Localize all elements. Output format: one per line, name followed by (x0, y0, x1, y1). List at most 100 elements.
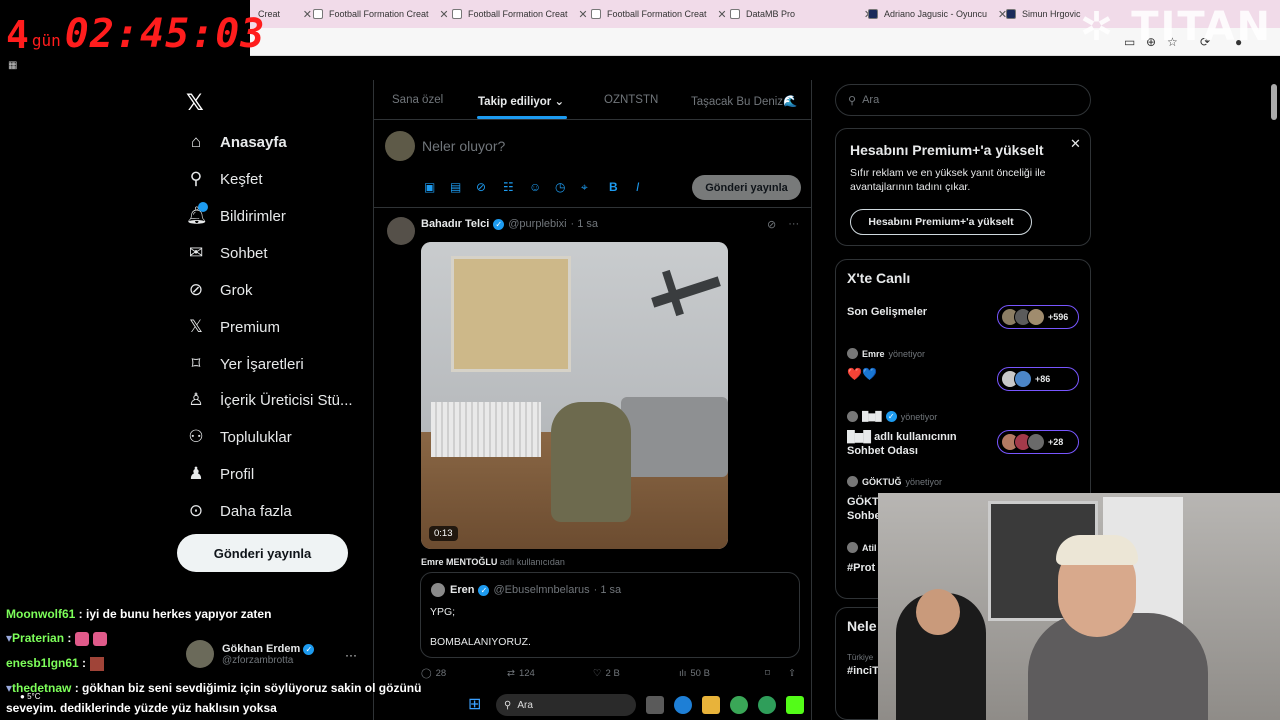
poll-icon[interactable]: ☷ (503, 180, 514, 194)
listener-count: +28 (1048, 437, 1064, 447)
bell-icon: 🔔︎ (186, 202, 208, 226)
nav-item-more[interactable]: ⊙ Daha fazla (186, 499, 292, 523)
compose-input[interactable]: Neler oluyor? (422, 138, 505, 154)
nav-item-communities[interactable]: ⚇ Topluluklar (186, 425, 291, 449)
search-input[interactable]: ⚲ Ara (835, 84, 1091, 116)
trend-item[interactable]: #inciT (847, 665, 879, 677)
close-icon[interactable]: ✕ (1070, 136, 1081, 152)
schedule-icon[interactable]: ◷ (555, 180, 565, 194)
chevron-down-icon: ⌄ (554, 96, 565, 108)
tab-list[interactable]: Taşacak Bu Deniz🌊 (691, 94, 797, 108)
nav-item-notifications[interactable]: 🔔︎ Bildirimler (186, 202, 286, 228)
browser-tab[interactable]: Adriano Jagusic - Oyuncu ✕ (860, 4, 1007, 24)
browser-tab[interactable]: Football Formation Creat ✕ (444, 4, 588, 24)
home-icon: ⌂ (190, 132, 202, 151)
browser-tab[interactable]: Simun Hrgovic (998, 4, 1081, 24)
bookmark-button[interactable]: ⌑ (765, 668, 770, 679)
tweet-video[interactable] (421, 242, 728, 549)
post-button[interactable]: Gönderi yayınla (177, 534, 348, 572)
account-switcher[interactable]: Gökhan Erdem ✓ @zforzambrotta (186, 640, 315, 668)
grok-icon[interactable]: ⊘ (476, 180, 486, 194)
chat-user: enesb1lgn61 (6, 656, 79, 670)
space-title[interactable]: ❤️💙 (847, 367, 877, 381)
avatar[interactable] (387, 217, 415, 245)
tweet-author-name[interactable]: Bahadır Telci (421, 218, 489, 230)
folder-icon[interactable] (702, 696, 720, 714)
emoji-icon[interactable]: ☺ (529, 180, 541, 194)
communities-icon: ⚇ (188, 427, 204, 446)
chat-message: ▾Praterian : (6, 631, 108, 646)
gif-icon[interactable]: ▤ (450, 180, 461, 194)
emote-icon (75, 631, 90, 646)
space-listeners[interactable]: +596 (997, 305, 1079, 329)
share-button[interactable]: ⇪ (788, 668, 796, 679)
nav-label: Grok (220, 281, 253, 299)
grok-icon: ⊘ (188, 280, 204, 299)
creator-icon: ♙ (188, 390, 204, 409)
space-title[interactable]: GÖKT Sohbe (847, 495, 881, 524)
nav-item-grok[interactable]: ⊘ Grok (186, 278, 253, 302)
space-title[interactable]: █▆█ adlı kullanıcının Sohbet Odası (847, 430, 987, 459)
nav-item-profile[interactable]: ♟ Profil (186, 462, 254, 486)
nav-item-home[interactable]: ⌂ Anasayfa (186, 130, 287, 154)
nav-item-messages[interactable]: ✉ Sohbet (186, 241, 268, 265)
tab-list[interactable]: OZNTSTN (604, 94, 658, 106)
grok-icon[interactable]: ⊘ (767, 218, 776, 231)
image-icon[interactable]: ▣ (424, 180, 435, 194)
kick-icon[interactable] (786, 696, 804, 714)
premium-upgrade-button[interactable]: Hesabını Premium+'a yükselt (850, 209, 1032, 235)
nav-item-creator-studio[interactable]: ♙ İçerik Üreticisi Stü... (186, 388, 352, 412)
browser-tab[interactable]: DataMB Pro✕ (722, 4, 873, 24)
chrome-icon[interactable] (758, 696, 776, 714)
avatar (1027, 308, 1045, 326)
tab-for-you[interactable]: Sana özel (392, 94, 443, 106)
chat-message: seveyim. dediklerinde yüzde yüz haklısın… (6, 701, 277, 715)
space-listeners[interactable]: +86 (997, 367, 1079, 391)
nav-item-premium[interactable]: 𝕏 Premium (186, 315, 280, 339)
tab-following[interactable]: Takip ediliyor ⌄ (478, 94, 564, 108)
chrome-icon[interactable] (730, 696, 748, 714)
browser-tab[interactable]: Football Formation Creat ✕ (583, 4, 727, 24)
bold-icon[interactable]: B (609, 180, 618, 194)
weather-widget[interactable]: ● 5°C (20, 692, 41, 701)
space-title[interactable]: #Prot (847, 561, 875, 575)
nav-item-explore[interactable]: ⚲ Keşfet (186, 167, 263, 191)
more-options-icon[interactable]: ··· (788, 218, 799, 231)
edge-icon[interactable] (674, 696, 692, 714)
italic-icon[interactable]: I (636, 180, 639, 194)
reply-button[interactable]: ◯ 28 (421, 668, 446, 679)
tweet-timestamp[interactable]: · 1 sa (571, 218, 599, 230)
avatar (186, 640, 214, 668)
heart-icon: ♡ (593, 668, 602, 679)
space-host: Atil (847, 542, 877, 553)
like-button[interactable]: ♡ 2 B (593, 668, 620, 679)
space-title[interactable]: Son Gelişmeler (847, 305, 927, 319)
tab-label: Simun Hrgovic (1022, 9, 1081, 19)
chat-message: enesb1lgn61 : (6, 656, 105, 671)
reposter-name[interactable]: Emre MENTOĞLU (421, 557, 497, 567)
page-icon (452, 9, 462, 19)
quote-header: Eren ✓ @Ebuselmnbelarus · 1 sa (450, 584, 621, 596)
nav-label: Keşfet (220, 170, 263, 188)
nav-item-bookmarks[interactable]: ⌑ Yer İşaretleri (186, 352, 304, 376)
windows-start-icon[interactable]: ⊞ (468, 696, 486, 714)
page-scrollbar[interactable] (1271, 84, 1277, 120)
compose-post-button[interactable]: Gönderi yayınla (692, 175, 801, 200)
page-icon (730, 9, 740, 19)
file-icon[interactable] (646, 696, 664, 714)
x-logo-icon[interactable]: 𝕏 (186, 90, 204, 116)
space-listeners[interactable]: +28 (997, 430, 1079, 454)
tweet-author-handle[interactable]: @purplebixi (508, 218, 566, 230)
chat-text: : gökhan biz seni sevdiğimiz için söylüy… (74, 681, 422, 695)
repost-button[interactable]: ⇄ 124 (507, 668, 535, 679)
browser-tab[interactable]: Football Formation Creat ✕ (305, 4, 449, 24)
location-icon[interactable]: ⌖ (581, 180, 588, 195)
apps-icon[interactable]: ▦ (8, 60, 17, 71)
views-button[interactable]: ılı 50 B (679, 668, 710, 679)
more-icon: ⊙ (188, 501, 204, 520)
more-options-icon[interactable]: ··· (345, 648, 357, 662)
chat-message: Moonwolf61 : iyi de bunu herkes yapıyor … (6, 607, 271, 621)
taskbar-search[interactable]: ⚲ Ara (496, 694, 636, 716)
reply-count: 28 (435, 668, 447, 679)
host-role: yönetiyor (888, 348, 926, 359)
